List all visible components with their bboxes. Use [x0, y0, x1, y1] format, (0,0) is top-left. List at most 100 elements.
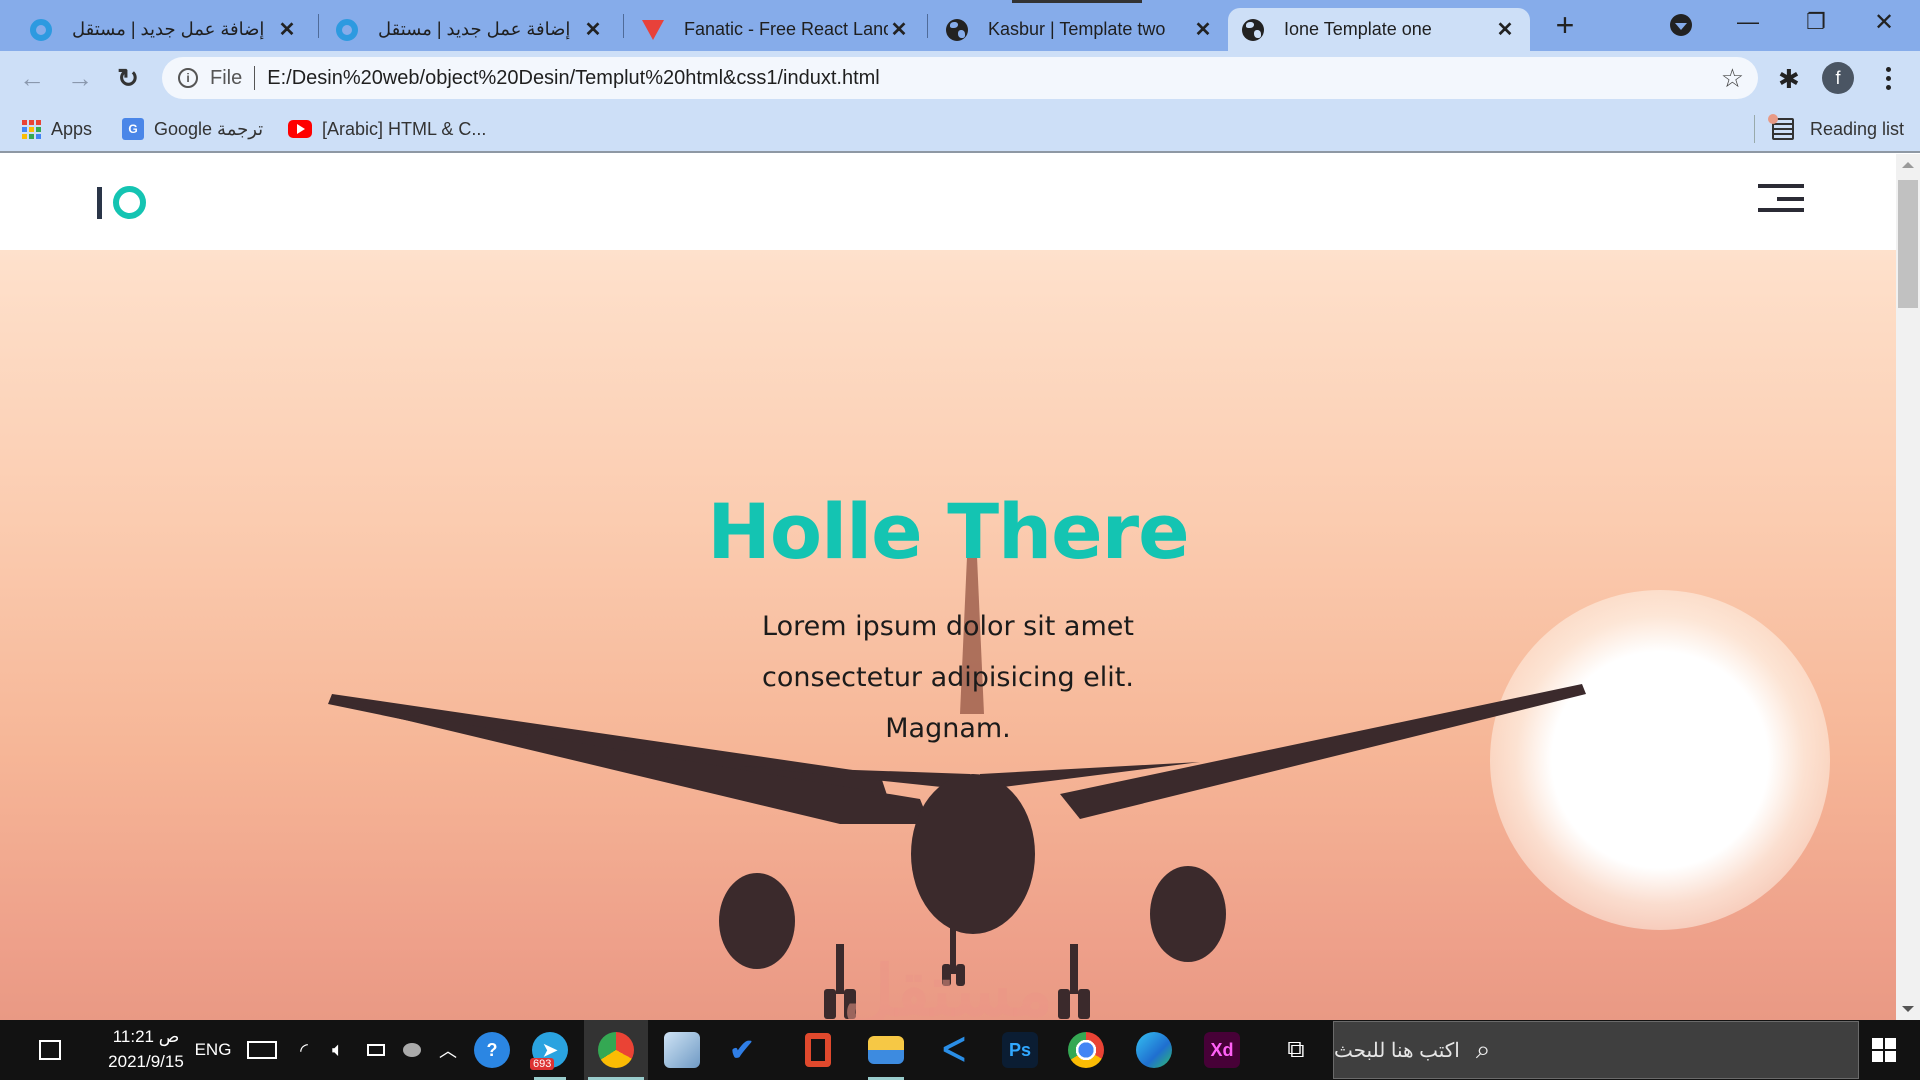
- wifi-icon[interactable]: ◜: [290, 1020, 318, 1080]
- page-scrollbar[interactable]: [1896, 154, 1920, 1020]
- tab-divider: [623, 14, 624, 38]
- browser-toolbar: ← → ↻ i File E:/Desin%20web/object%20Des…: [0, 51, 1920, 105]
- bookmark-label: [Arabic] HTML & C...: [322, 118, 487, 139]
- search-placeholder: اكتب هنا للبحث: [1334, 1039, 1460, 1062]
- language-indicator[interactable]: ENG: [190, 1020, 236, 1080]
- chevron-down-icon: [1675, 22, 1687, 30]
- taskbar-app-adobe-xd[interactable]: Xd: [1200, 1020, 1244, 1080]
- info-icon[interactable]: i: [178, 68, 198, 88]
- new-tab-button[interactable]: +: [1548, 7, 1582, 43]
- globe-icon: [946, 18, 968, 41]
- reading-list-button[interactable]: Reading list: [1768, 114, 1905, 142]
- help-icon: ?: [474, 1032, 510, 1068]
- adobe-xd-icon: Xd: [1204, 1032, 1240, 1068]
- web-page: Holle There Lorem ipsum dolor sit amet c…: [0, 154, 1896, 1020]
- windows-start-icon[interactable]: [1872, 1038, 1896, 1062]
- office-icon: [805, 1033, 831, 1067]
- tab-close-icon[interactable]: ✕: [582, 19, 604, 41]
- url-text[interactable]: E:/Desin%20web/object%20Desin/Templut%20…: [267, 67, 880, 90]
- logo-letter-i: [97, 187, 102, 219]
- taskbar-clock[interactable]: 11:21 ص 2021/9/15: [86, 1024, 206, 1074]
- menu-kebab-icon[interactable]: [1878, 61, 1898, 95]
- close-window-button[interactable]: ✕: [1856, 0, 1912, 44]
- touch-keyboard-icon[interactable]: [244, 1020, 280, 1080]
- mostaql-ring-icon: [30, 18, 52, 41]
- scroll-thumb[interactable]: [1898, 180, 1918, 308]
- profile-avatar[interactable]: f: [1822, 62, 1854, 94]
- bookmark-label: Apps: [51, 118, 93, 139]
- back-button[interactable]: ←: [14, 60, 50, 96]
- forward-button[interactable]: →: [62, 60, 98, 96]
- tab-divider: [318, 14, 319, 38]
- task-view-icon[interactable]: ⧉: [1276, 1020, 1316, 1080]
- taskbar-app-chrome-profile[interactable]: [584, 1020, 648, 1080]
- taskbar-app-todo[interactable]: ✔: [720, 1020, 764, 1080]
- tab-close-icon[interactable]: ✕: [888, 19, 910, 41]
- bookmarks-divider: [1754, 115, 1755, 143]
- taskbar-search-box[interactable]: ⌕ اكتب هنا للبحث: [1333, 1021, 1859, 1079]
- google-translate-icon: G: [122, 118, 144, 140]
- tab-close-icon[interactable]: ✕: [276, 19, 298, 41]
- reading-list-label: Reading list: [1810, 118, 1905, 139]
- logo-letter-o: [113, 186, 146, 219]
- photoshop-icon: Ps: [1002, 1032, 1038, 1068]
- extensions-puzzle-icon[interactable]: ✱: [1778, 64, 1800, 95]
- tab-kasbur[interactable]: Kasbur | Template two ✕: [932, 8, 1228, 51]
- tab-fanatic[interactable]: Fanatic - Free React Landi ✕: [628, 8, 924, 51]
- taskbar-app-virtualbox[interactable]: [662, 1020, 702, 1080]
- chrome-profile-icon: [598, 1032, 634, 1068]
- tab-title: Kasbur | Template two: [988, 19, 1166, 39]
- bookmark-apps[interactable]: Apps: [22, 116, 92, 142]
- hero-description: Lorem ipsum dolor sit amet consectetur a…: [762, 611, 1134, 744]
- taskbar-app-vscode[interactable]: ᐸ: [932, 1020, 976, 1080]
- scroll-down-arrow-icon[interactable]: [1902, 1006, 1914, 1012]
- tab-ione-active[interactable]: Ione Template one ✕: [1228, 8, 1530, 51]
- hamburger-menu-icon[interactable]: [1758, 184, 1804, 214]
- mostaql-ring-icon: [336, 18, 358, 41]
- address-divider: [254, 66, 256, 90]
- minimize-button[interactable]: —: [1720, 0, 1776, 44]
- tab-title: Ione Template one: [1284, 19, 1432, 39]
- show-hidden-icons-chevron-icon[interactable]: ︿: [434, 1020, 462, 1080]
- taskbar-app-help[interactable]: ?: [472, 1020, 512, 1080]
- bookmark-star-icon[interactable]: ☆: [1721, 63, 1744, 94]
- browser-tab-strip: إضافة عمل جديد | مستقل ✕ إضافة عمل جديد …: [0, 0, 1920, 51]
- mostaql-watermark: مستقل: [843, 952, 1053, 1020]
- tab-search-button[interactable]: [1670, 14, 1692, 36]
- scroll-up-arrow-icon[interactable]: [1902, 162, 1914, 168]
- taskbar-app-photoshop[interactable]: Ps: [998, 1020, 1042, 1080]
- windows-taskbar: 11:21 ص 2021/9/15 ENG ◜ 🔈︎ ︿ ? ➤ 693 ✔ ᐸ: [0, 1020, 1920, 1080]
- hero-title: Holle There: [707, 487, 1189, 576]
- tab-divider: [927, 14, 928, 38]
- reload-button[interactable]: ↻: [110, 60, 146, 96]
- tab-mostaql-1[interactable]: إضافة عمل جديد | مستقل ✕: [16, 8, 312, 51]
- tab-close-icon[interactable]: ✕: [1192, 19, 1214, 41]
- taskbar-app-edge[interactable]: [1132, 1020, 1176, 1080]
- todo-check-icon: ✔: [729, 1033, 755, 1067]
- restore-button[interactable]: ❐: [1788, 0, 1844, 44]
- taskbar-app-file-explorer[interactable]: [864, 1020, 908, 1080]
- tab-title: إضافة عمل جديد | مستقل: [378, 19, 571, 39]
- tab-loading-indicator: [1012, 0, 1142, 3]
- bookmark-youtube-html[interactable]: [Arabic] HTML & C...: [288, 116, 486, 142]
- edge-icon: [1136, 1032, 1172, 1068]
- bookmark-google-translate[interactable]: G Google ترجمة: [122, 116, 263, 142]
- onedrive-icon[interactable]: [398, 1020, 426, 1080]
- virtualbox-icon: [664, 1032, 700, 1068]
- address-bar[interactable]: i File E:/Desin%20web/object%20Desin/Tem…: [162, 57, 1758, 99]
- taskbar-app-chrome[interactable]: [1064, 1020, 1108, 1080]
- clock-time: 11:21 ص: [112, 1027, 180, 1046]
- clock-date: 2021/9/15: [108, 1052, 184, 1071]
- volume-icon[interactable]: 🔈︎: [324, 1020, 352, 1080]
- reading-list-icon: [1768, 114, 1794, 140]
- telegram-badge: 693: [530, 1058, 555, 1070]
- tab-close-icon[interactable]: ✕: [1494, 19, 1516, 41]
- globe-icon: [1242, 18, 1264, 41]
- action-center-icon[interactable]: [30, 1020, 70, 1080]
- battery-icon[interactable]: [362, 1020, 390, 1080]
- taskbar-app-telegram[interactable]: ➤ 693: [530, 1020, 570, 1080]
- taskbar-app-office[interactable]: [798, 1020, 838, 1080]
- apps-grid-icon: [22, 119, 41, 139]
- tab-mostaql-2[interactable]: إضافة عمل جديد | مستقل ✕: [322, 8, 618, 51]
- search-icon: ⌕: [1475, 1034, 1491, 1064]
